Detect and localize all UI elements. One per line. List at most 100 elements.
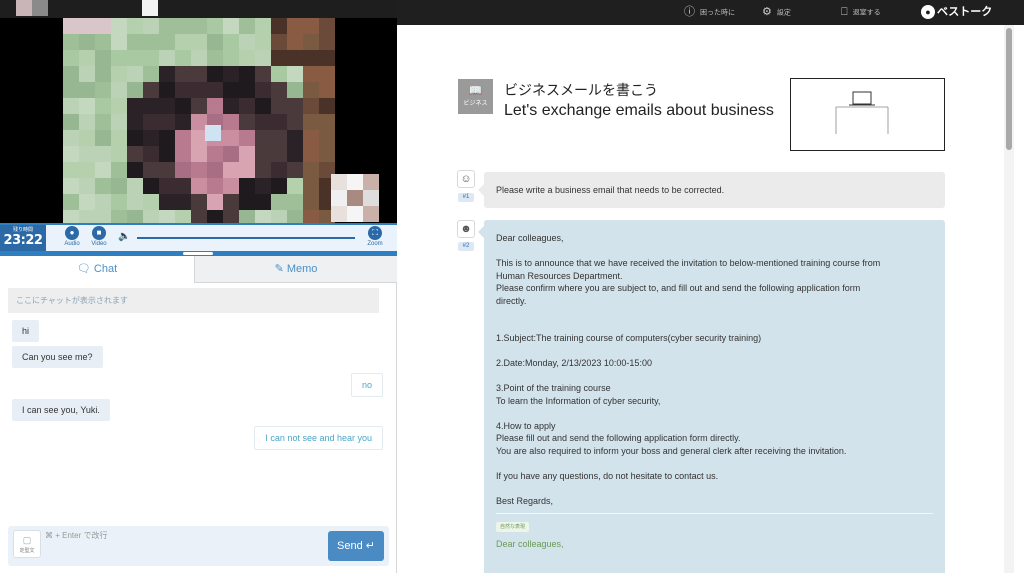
- email-line: Please confirm where you are subject to,…: [496, 283, 861, 293]
- lesson-title-en: Let's exchange emails about business: [504, 102, 774, 119]
- tab-memo[interactable]: ✎ Memo: [194, 256, 397, 283]
- video-pixel: [191, 162, 207, 178]
- video-pixel: [79, 194, 95, 210]
- participant-thumb[interactable]: [142, 0, 158, 16]
- video-pixel: [223, 130, 239, 146]
- student-avatar: ☻: [457, 220, 475, 238]
- video-pixel: [175, 66, 191, 82]
- video-pixel: [95, 178, 111, 194]
- zoom-button[interactable]: ⛶ Zoom: [363, 226, 387, 249]
- teacher-avatar: ☺: [457, 170, 475, 188]
- video-pixel: [271, 114, 287, 130]
- video-pixel: [207, 34, 223, 50]
- video-pixel: [319, 50, 335, 66]
- audio-button[interactable]: ● Audio: [60, 226, 84, 249]
- help-label: 困った時に: [700, 9, 735, 17]
- remaining-timer: 残り時間 23:22: [0, 225, 46, 251]
- enter-icon: ↵: [365, 540, 375, 552]
- volume-icon[interactable]: 🔈: [118, 231, 130, 242]
- video-pixel: [79, 178, 95, 194]
- left-pane: 残り時間 23:22 ● Audio ■ Video 🔈 ⛶ Zoom 🗨 Ch…: [0, 0, 397, 573]
- video-pixel: [111, 18, 127, 34]
- video-pixel: [111, 34, 127, 50]
- chat-message-out: I can not see and hear you: [254, 426, 383, 450]
- video-pixel: [207, 98, 223, 114]
- email-message: Dear colleagues, This is to announce that…: [478, 220, 945, 573]
- tab-chat[interactable]: 🗨 Chat: [0, 256, 194, 283]
- video-pixel: [111, 210, 127, 223]
- email-line: You are also required to inform your bos…: [496, 445, 847, 456]
- video-pixel: [223, 114, 239, 130]
- audio-label: Audio: [64, 241, 80, 247]
- video-pixel: [111, 66, 127, 82]
- video-pixel: [287, 162, 303, 178]
- chat-message-out: no: [350, 373, 383, 397]
- video-pixel: [223, 34, 239, 50]
- volume-slider[interactable]: [137, 237, 355, 239]
- video-pixel: [319, 82, 335, 98]
- video-pixel: [79, 66, 95, 82]
- zoom-label: Zoom: [367, 241, 383, 247]
- help-button[interactable]: ⓘ 困った時に: [684, 0, 735, 25]
- template-button[interactable]: ▢ 定型文: [13, 530, 41, 558]
- video-pixel: [191, 98, 207, 114]
- video-pixel: [303, 34, 319, 50]
- chat-input[interactable]: ⌘ + Enter で改行: [45, 530, 107, 541]
- video-pixel: [271, 82, 287, 98]
- video-pixel: [303, 50, 319, 66]
- video-pixel: [111, 82, 127, 98]
- scrollbar-thumb[interactable]: [1006, 28, 1012, 150]
- video-pixel: [79, 114, 95, 130]
- video-button[interactable]: ■ Video: [87, 226, 111, 249]
- video-pixel: [207, 178, 223, 194]
- video-pixel: [287, 82, 303, 98]
- video-pixel: [191, 18, 207, 34]
- video-pixel: [127, 194, 143, 210]
- participant-thumb[interactable]: [32, 0, 48, 16]
- video-pixel: [127, 82, 143, 98]
- video-pixel: [159, 18, 175, 34]
- video-pixel: [175, 194, 191, 210]
- template-icon: ▢: [22, 535, 32, 545]
- video-pixel: [271, 98, 287, 114]
- video-pixel: [143, 66, 159, 82]
- email-blank-line: [496, 345, 933, 358]
- video-pixel: [239, 130, 255, 146]
- video-pixel: [239, 210, 255, 223]
- video-pixel: [63, 98, 79, 114]
- settings-button[interactable]: ⚙ 設定: [762, 0, 791, 25]
- video-pixel: [271, 130, 287, 146]
- video-pixel: [287, 146, 303, 162]
- template-label: 定型文: [19, 548, 35, 554]
- self-view-pixel: [331, 190, 347, 206]
- video-pixel: [287, 210, 303, 223]
- video-pixel: [95, 162, 111, 178]
- self-view-pixel: [363, 190, 379, 206]
- video-pixel: [111, 162, 127, 178]
- video-pixel: [79, 50, 95, 66]
- exit-button[interactable]: ⎕ 退室する: [841, 0, 881, 25]
- video-pixel: [319, 34, 335, 50]
- video-pixel: [255, 34, 271, 50]
- video-pixel: [159, 130, 175, 146]
- participant-thumb[interactable]: [16, 0, 32, 16]
- video-pixel: [255, 162, 271, 178]
- video-pixel: [79, 210, 95, 223]
- send-button[interactable]: Send ↵: [328, 531, 384, 561]
- video-pixel: [111, 178, 127, 194]
- video-pixel: [175, 82, 191, 98]
- video-pixel: [143, 194, 159, 210]
- video-pixel: [111, 194, 127, 210]
- video-pixel: [271, 178, 287, 194]
- video-pixel: [143, 50, 159, 66]
- drag-handle[interactable]: [183, 252, 213, 255]
- pixelated-video-image: [63, 18, 379, 223]
- category-label: ビジネス: [463, 101, 488, 107]
- message-number: #1: [458, 193, 474, 202]
- logo-text: ベストーク: [937, 6, 993, 18]
- chat-messages: ここにチャットが表示されます hi Can you see me? no I c…: [0, 283, 397, 523]
- video-pixel: [191, 82, 207, 98]
- video-pixel: [191, 178, 207, 194]
- video-pixel: [287, 178, 303, 194]
- video-pixel: [63, 82, 79, 98]
